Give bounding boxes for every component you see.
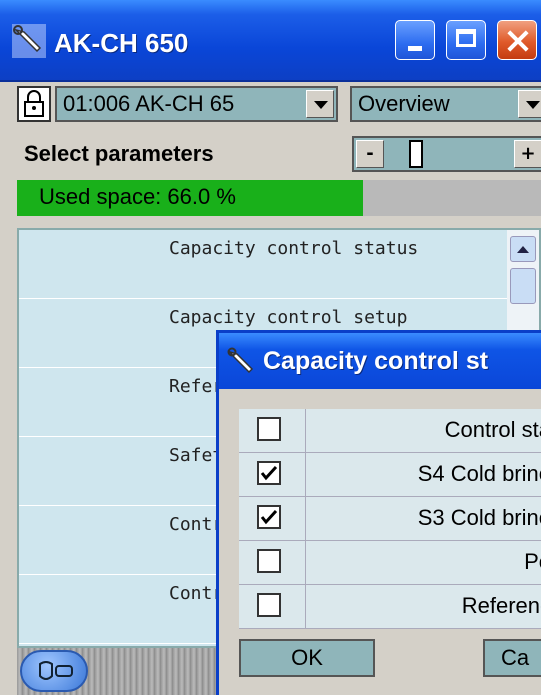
column-divider [305, 453, 306, 497]
checklist-row[interactable]: Referenc [239, 585, 541, 629]
checklist-label: Control sta [444, 417, 541, 442]
lock-icon [24, 90, 44, 117]
used-space-bar: Used space: 66.0 % [17, 180, 541, 216]
column-divider [305, 585, 306, 629]
column-divider [305, 409, 306, 453]
checklist-row[interactable]: Control sta [239, 409, 541, 453]
checklist-label: S4 Cold brine [417, 461, 541, 486]
scroll-up-button[interactable] [510, 236, 536, 262]
checkbox[interactable] [257, 461, 281, 485]
chevron-down-icon[interactable] [306, 90, 334, 118]
column-divider [305, 541, 306, 585]
checklist-label: Referenc [461, 593, 541, 618]
decrease-button[interactable]: - [356, 140, 384, 168]
checkbox[interactable] [257, 593, 281, 617]
close-button[interactable] [497, 20, 537, 60]
checklist-label: S3 Cold brine [417, 505, 541, 530]
increase-button[interactable]: + [514, 140, 541, 168]
title-bar: AK-CH 650 [0, 0, 541, 82]
parameter-checklist: Control sta S4 Cold brine S3 Cold brine Po R… [239, 409, 541, 629]
capacity-control-dialog: Capacity control st Control sta S4 Cold b… [216, 330, 541, 695]
lock-button[interactable] [17, 86, 51, 122]
checkbox[interactable] [257, 549, 281, 573]
checklist-row[interactable]: S4 Cold brine [239, 453, 541, 497]
device-select[interactable]: 01:006 AK-CH 65 [55, 86, 338, 122]
dialog-title: Capacity control st [263, 347, 489, 375]
cancel-button[interactable]: Ca [483, 639, 541, 677]
wrench-icon [227, 347, 254, 374]
checklist-label: Po [524, 549, 541, 574]
column-divider [305, 497, 306, 541]
maximize-button[interactable] [446, 20, 486, 60]
wrench-icon [12, 24, 46, 58]
view-select[interactable]: Overview [350, 86, 541, 122]
minimize-button[interactable] [395, 20, 435, 60]
used-space-text: Used space: 66.0 % [39, 184, 236, 209]
checkmark-icon [260, 509, 278, 525]
checkbox[interactable] [257, 505, 281, 529]
list-item[interactable]: Capacity control status [19, 230, 509, 299]
status-icon [39, 661, 73, 680]
checkbox[interactable] [257, 417, 281, 441]
checkmark-icon [260, 465, 278, 481]
chevron-down-icon[interactable] [518, 90, 541, 118]
ok-button[interactable]: OK [239, 639, 375, 677]
scroll-thumb[interactable] [510, 268, 536, 304]
select-parameters-label: Select parameters [24, 141, 214, 166]
status-button[interactable] [20, 650, 88, 692]
slider-thumb[interactable] [409, 140, 423, 168]
zoom-slider[interactable]: - + [352, 136, 541, 172]
dialog-title-bar: Capacity control st [219, 333, 541, 389]
checklist-row[interactable]: Po [239, 541, 541, 585]
window-title: AK-CH 650 [54, 28, 189, 58]
checklist-row[interactable]: S3 Cold brine [239, 497, 541, 541]
